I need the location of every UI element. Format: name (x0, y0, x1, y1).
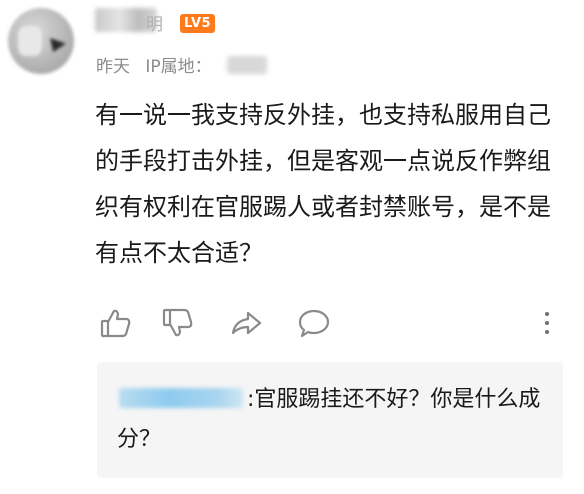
share-icon (231, 311, 262, 335)
ip-location-redacted (227, 56, 267, 74)
like-button[interactable] (99, 306, 133, 340)
share-button[interactable] (229, 306, 263, 340)
more-vertical-icon (545, 312, 549, 334)
ip-location-label: IP属地： (145, 57, 212, 77)
reply-button[interactable] (297, 306, 331, 340)
reply-body: :官服踢挂还不好？你是什么成分？ (117, 380, 547, 460)
reply-preview[interactable]: :官服踢挂还不好？你是什么成分？ (97, 362, 563, 478)
comment-meta: 昨天 IP属地： (96, 52, 212, 77)
dislike-button[interactable] (161, 306, 195, 340)
comment-action-bar (95, 306, 565, 346)
thumbs-up-icon (100, 309, 131, 338)
username-visible-tail: 明 (146, 15, 163, 35)
more-button[interactable] (537, 306, 557, 340)
comment-time: 昨天 (96, 57, 130, 77)
comment-body: 有一说一我支持反外挂，也支持私服用自己的手段打击外挂，但是客观一点说反作弊组织有… (95, 101, 551, 267)
comment-avatar[interactable] (8, 8, 74, 74)
comment-icon (298, 309, 330, 338)
level-badge: LV5 (180, 14, 216, 33)
reply-text: 官服踢挂还不好？你是什么成分？ (117, 387, 541, 452)
thumbs-down-icon (162, 308, 193, 337)
